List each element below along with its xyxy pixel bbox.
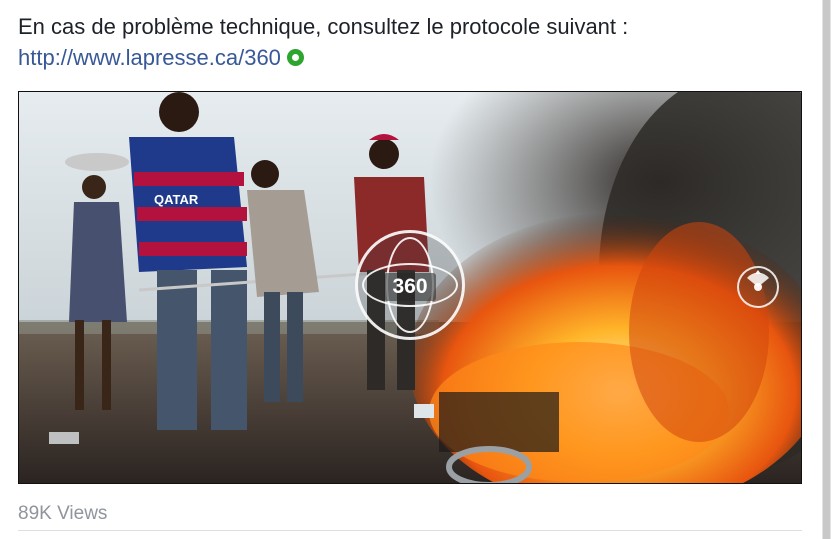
figure-head [82,175,106,199]
protocol-link[interactable]: http://www.lapresse.ca/360 [18,45,281,70]
360-compass-icon[interactable] [737,266,779,308]
metal-basin [65,153,129,171]
360-label: 360 [384,273,436,301]
shirt-stripe [134,172,244,186]
jeans-leg [287,292,303,402]
jeans-leg [157,270,197,430]
figure-leg [75,320,84,410]
figure-head [369,139,399,169]
shirt-stripe [137,207,247,221]
jeans-leg [264,292,280,402]
figure-head [251,160,279,188]
footer-divider [18,530,802,531]
figure-dress [69,202,127,322]
shirt-stripe [139,242,247,256]
compass-glyph [747,270,769,291]
figure-head [159,92,199,132]
post-message-line: En cas de problème technique, consultez … [18,14,629,39]
figure-leg [102,320,111,410]
view-count: 89K Views [18,503,108,524]
shirt-sponsor: QATAR [154,192,199,207]
fire-right [629,222,769,442]
white-debris [49,432,79,444]
video-360-player[interactable]: QATAR 360 [18,91,802,484]
burning-debris [439,392,559,452]
white-debris [414,404,434,418]
post-link-line: http://www.lapresse.ca/360 [18,42,628,73]
green-ring-icon [286,49,304,66]
post-message: En cas de problème technique, consultez … [18,11,628,73]
facebook-video-post: En cas de problème technique, consultez … [0,0,831,539]
page-scrollbar[interactable] [822,0,831,539]
scrollbar-thumb[interactable] [823,0,830,539]
jeans-leg [211,270,247,430]
360-play-button[interactable]: 360 [355,230,465,340]
